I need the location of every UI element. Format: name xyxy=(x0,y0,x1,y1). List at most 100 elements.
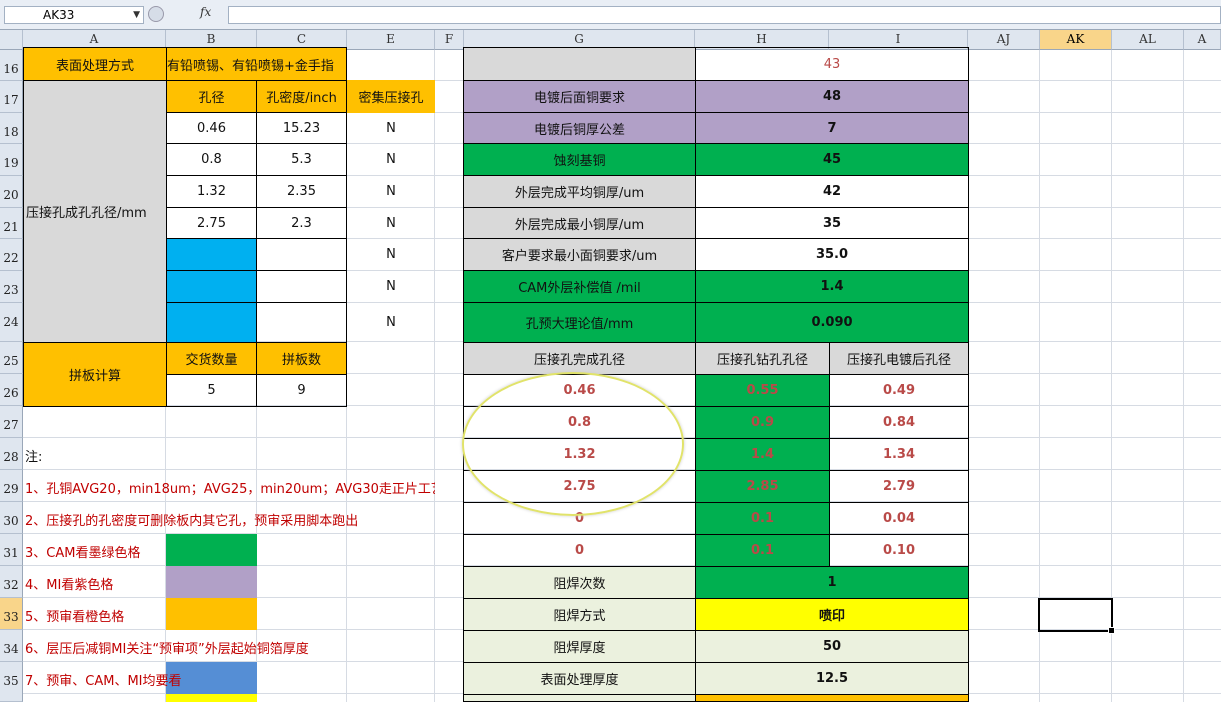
param-value[interactable]: 1.4 xyxy=(695,270,969,303)
solder-value[interactable]: 50 xyxy=(695,630,969,663)
hole-density-cell[interactable] xyxy=(256,270,347,303)
column-header-E[interactable]: E xyxy=(347,30,435,50)
param-label[interactable]: CAM外层补偿值 /mil xyxy=(463,270,696,303)
dense-cell[interactable]: N xyxy=(347,112,435,144)
dense-hole-header[interactable]: 密集压接孔 xyxy=(347,80,435,113)
panel-count-value[interactable]: 9 xyxy=(256,374,347,407)
fx-icon[interactable]: fx xyxy=(200,5,211,19)
surface-treatment-value[interactable]: 有铅喷锡、有铅喷锡+金手指 xyxy=(166,47,347,81)
row-header-34[interactable]: 34 xyxy=(0,630,23,662)
dense-cell[interactable]: N xyxy=(347,238,435,271)
solder-value[interactable]: 12.5 xyxy=(695,662,969,695)
hole-density-cell[interactable]: 15.23 xyxy=(256,112,347,144)
param-value[interactable]: 42 xyxy=(695,175,969,208)
drill-dia-header[interactable]: 压接孔钻孔孔径 xyxy=(695,342,830,375)
hole-density-cell[interactable] xyxy=(256,302,347,343)
press-fit-label[interactable]: 压接孔成孔孔径/mm xyxy=(23,80,167,343)
row-header-17[interactable]: 17 xyxy=(0,81,23,113)
column-header-F[interactable]: F xyxy=(435,30,464,50)
solder-label[interactable]: 表面处理厚度 xyxy=(463,662,696,695)
dense-cell[interactable]: N xyxy=(347,143,435,176)
row-header-32[interactable]: 32 xyxy=(0,566,23,598)
param-value[interactable]: 0.090 xyxy=(695,302,969,343)
param-value[interactable]: 35.0 xyxy=(695,238,969,271)
plated-dia-cell[interactable]: 2.79 xyxy=(829,470,969,503)
param-value[interactable]: 35 xyxy=(695,207,969,239)
row-header-18[interactable]: 18 xyxy=(0,113,23,144)
solder-label[interactable]: 阻焊次数 xyxy=(463,566,696,599)
hole-dia-cell[interactable] xyxy=(166,238,257,271)
column-header-AL[interactable]: AL xyxy=(1112,30,1184,50)
param-label[interactable]: 蚀刻基铜 xyxy=(463,143,696,176)
name-box[interactable]: AK33 ▼ xyxy=(4,6,144,24)
hole-dia-cell[interactable] xyxy=(166,270,257,303)
param-value[interactable]: 45 xyxy=(695,143,969,176)
drill-dia-cell[interactable]: 1.4 xyxy=(695,438,830,471)
panel-calc-label[interactable]: 拼板计算 xyxy=(23,342,167,407)
dense-cell[interactable]: N xyxy=(347,175,435,208)
highlight-ellipse[interactable] xyxy=(462,372,684,516)
select-all-corner[interactable] xyxy=(0,30,23,50)
fill-handle[interactable] xyxy=(1108,627,1115,634)
row-header-21[interactable]: 21 xyxy=(0,208,23,239)
row-header-24[interactable]: 24 xyxy=(0,303,23,342)
hole-dia-cell[interactable]: 2.75 xyxy=(166,207,257,239)
hole-dia-cell[interactable] xyxy=(166,302,257,343)
plated-dia-header[interactable]: 压接孔电镀后孔径 xyxy=(829,342,969,375)
surface-treatment-label[interactable]: 表面处理方式 xyxy=(23,47,167,81)
row-header-25[interactable]: 25 xyxy=(0,342,23,374)
param-label[interactable]: 外层完成平均铜厚/um xyxy=(463,175,696,208)
column-header-AM[interactable]: A xyxy=(1184,30,1221,50)
row-header-33[interactable]: 33 xyxy=(0,598,23,630)
hole-density-cell[interactable]: 2.3 xyxy=(256,207,347,239)
next-row-label[interactable] xyxy=(463,694,696,702)
row-header-31[interactable]: 31 xyxy=(0,534,23,566)
dense-cell[interactable]: N xyxy=(347,270,435,303)
column-header-AK[interactable]: AK xyxy=(1040,30,1112,50)
param-value[interactable]: 7 xyxy=(695,112,969,144)
row-header-35[interactable]: 35 xyxy=(0,662,23,702)
right-top-label[interactable] xyxy=(463,47,696,81)
row-header-26[interactable]: 26 xyxy=(0,374,23,406)
plated-dia-cell[interactable]: 0.10 xyxy=(829,534,969,567)
finish-dia-header[interactable]: 压接孔完成孔径 xyxy=(463,342,696,375)
panel-count-header[interactable]: 拼板数 xyxy=(256,342,347,375)
plated-dia-cell[interactable]: 0.04 xyxy=(829,502,969,535)
plated-dia-cell[interactable]: 0.84 xyxy=(829,406,969,439)
hole-density-cell[interactable]: 5.3 xyxy=(256,143,347,176)
row-header-27[interactable]: 27 xyxy=(0,406,23,438)
hole-dia-cell[interactable]: 0.46 xyxy=(166,112,257,144)
row-header-22[interactable]: 22 xyxy=(0,239,23,271)
row-header-19[interactable]: 19 xyxy=(0,144,23,176)
dense-cell[interactable]: N xyxy=(347,207,435,239)
right-top-value[interactable]: 43 xyxy=(695,47,969,81)
hole-dia-cell[interactable]: 0.8 xyxy=(166,143,257,176)
drill-dia-cell[interactable]: 0.55 xyxy=(695,374,830,407)
solder-value[interactable]: 喷印 xyxy=(695,598,969,631)
solder-label[interactable]: 阻焊厚度 xyxy=(463,630,696,663)
row-header-30[interactable]: 30 xyxy=(0,502,23,534)
delivery-qty-value[interactable]: 5 xyxy=(166,374,257,407)
param-label[interactable]: 电镀后面铜要求 xyxy=(463,80,696,113)
row-header-16[interactable]: 16 xyxy=(0,50,23,81)
drill-dia-cell[interactable]: 2.85 xyxy=(695,470,830,503)
plated-dia-cell[interactable]: 0.49 xyxy=(829,374,969,407)
drill-dia-cell[interactable]: 0.1 xyxy=(695,534,830,567)
next-row-value[interactable] xyxy=(695,694,969,702)
expand-handle-icon[interactable] xyxy=(148,6,164,22)
dense-cell[interactable]: N xyxy=(347,302,435,343)
drill-dia-cell[interactable]: 0.9 xyxy=(695,406,830,439)
delivery-qty-header[interactable]: 交货数量 xyxy=(166,342,257,375)
row-header-29[interactable]: 29 xyxy=(0,470,23,502)
param-label[interactable]: 客户要求最小面铜要求/um xyxy=(463,238,696,271)
param-label[interactable]: 孔预大理论值/mm xyxy=(463,302,696,343)
solder-label[interactable]: 阻焊方式 xyxy=(463,598,696,631)
hole-density-cell[interactable] xyxy=(256,238,347,271)
finish-dia-cell[interactable]: 0 xyxy=(463,534,696,567)
drill-dia-cell[interactable]: 0.1 xyxy=(695,502,830,535)
column-header-AJ[interactable]: AJ xyxy=(968,30,1040,50)
hole-dia-header[interactable]: 孔径 xyxy=(166,80,257,113)
param-value[interactable]: 48 xyxy=(695,80,969,113)
solder-value[interactable]: 1 xyxy=(695,566,969,599)
hole-density-header[interactable]: 孔密度/inch xyxy=(256,80,347,113)
